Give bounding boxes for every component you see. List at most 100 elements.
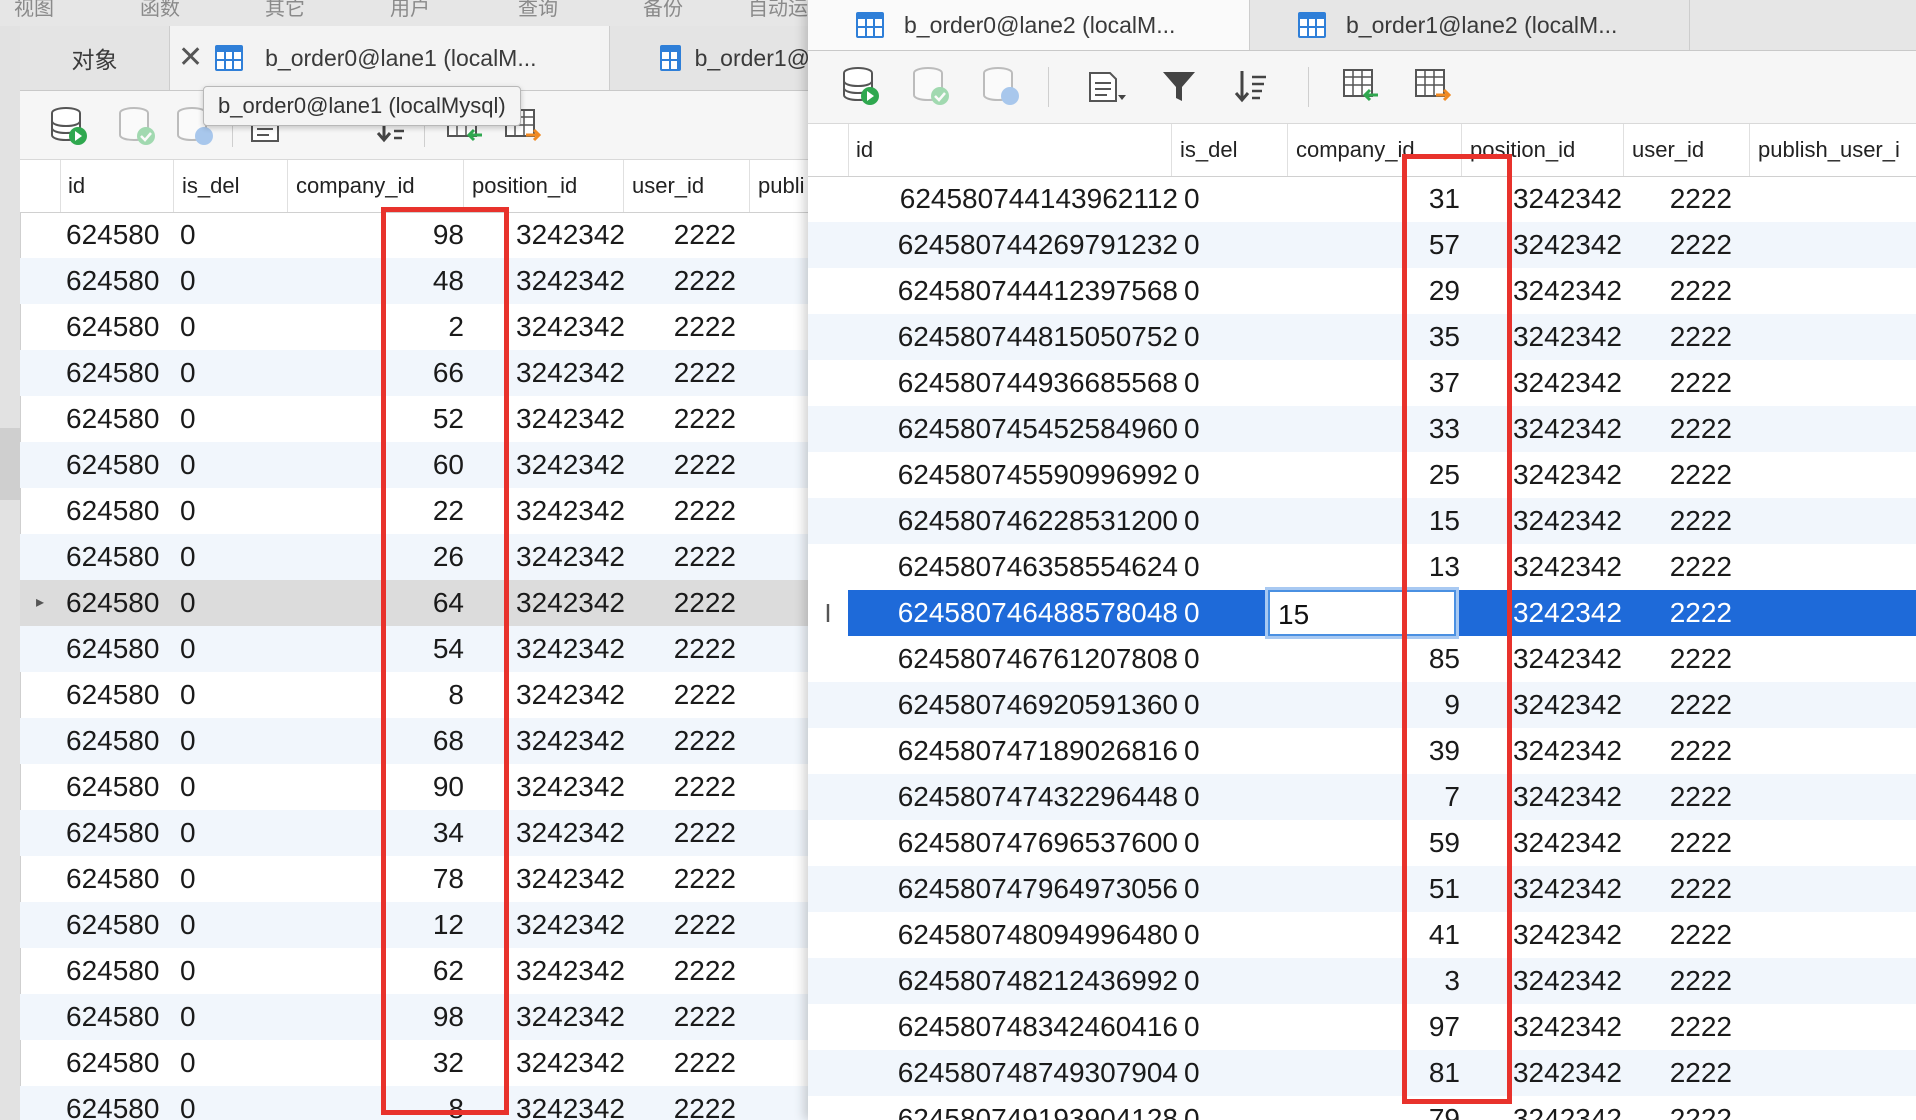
row-header[interactable] bbox=[20, 304, 60, 350]
cell-id[interactable]: 624580748212436992 bbox=[848, 958, 1178, 1004]
cell-is-del[interactable]: 0 bbox=[1184, 268, 1244, 314]
cell-is-del[interactable]: 0 bbox=[1184, 912, 1244, 958]
row-header[interactable] bbox=[808, 360, 848, 406]
cell-position-id[interactable]: 3242342 bbox=[1472, 866, 1622, 912]
menu-item-users[interactable]: 用户 bbox=[390, 0, 430, 21]
cell-is-del[interactable]: 0 bbox=[1184, 958, 1244, 1004]
table-row[interactable]: 624580745590996992 0 25 3242342 2222 bbox=[808, 452, 1916, 498]
sort-button[interactable] bbox=[1230, 65, 1272, 107]
cell-company-id[interactable]: 85 bbox=[1288, 636, 1460, 682]
cell-is-del[interactable]: 0 bbox=[180, 810, 240, 856]
cell-is-del[interactable]: 0 bbox=[1184, 222, 1244, 268]
cell-user-id[interactable]: 2222 bbox=[624, 580, 736, 626]
cell-is-del[interactable]: 0 bbox=[1184, 544, 1244, 590]
table-row[interactable]: 624580744936685568 0 37 3242342 2222 bbox=[808, 360, 1916, 406]
cell-is-del[interactable]: 0 bbox=[180, 534, 240, 580]
table-row[interactable]: 624580 0 2 3242342 2222 bbox=[20, 304, 808, 350]
cell-company-id[interactable]: 60 bbox=[288, 442, 464, 488]
begin-transaction-button[interactable] bbox=[48, 105, 90, 147]
cell-company-id[interactable]: 66 bbox=[288, 350, 464, 396]
cell-is-del[interactable]: 0 bbox=[1184, 682, 1244, 728]
column-header-company-id[interactable]: company_id bbox=[1288, 124, 1462, 176]
cell-position-id[interactable]: 3242342 bbox=[1472, 360, 1622, 406]
cell-position-id[interactable]: 3242342 bbox=[1472, 314, 1622, 360]
cell-company-id[interactable]: 62 bbox=[288, 948, 464, 994]
cell-company-id[interactable]: 32 bbox=[288, 1040, 464, 1086]
cell-id[interactable]: 624580745590996992 bbox=[848, 452, 1178, 498]
cell-id[interactable]: 624580744143962112 bbox=[848, 176, 1178, 222]
row-header[interactable] bbox=[808, 314, 848, 360]
cell-company-id[interactable]: 39 bbox=[1288, 728, 1460, 774]
cell-user-id[interactable]: 2222 bbox=[1624, 406, 1732, 452]
import-button[interactable] bbox=[1340, 65, 1382, 107]
cell-id[interactable]: 624580 bbox=[66, 672, 180, 718]
cell-user-id[interactable]: 2222 bbox=[1624, 590, 1732, 636]
company-id-edit-input[interactable]: 15 bbox=[1268, 590, 1456, 636]
cell-user-id[interactable]: 2222 bbox=[1624, 912, 1732, 958]
cell-id[interactable]: 624580746761207808 bbox=[848, 636, 1178, 682]
table-row[interactable]: 624580 0 52 3242342 2222 bbox=[20, 396, 808, 442]
cell-user-id[interactable]: 2222 bbox=[624, 212, 736, 258]
cell-company-id[interactable]: 37 bbox=[1288, 360, 1460, 406]
column-header-publish[interactable]: publi bbox=[750, 160, 808, 212]
cell-company-id[interactable]: 59 bbox=[1288, 820, 1460, 866]
side-panel-strip[interactable] bbox=[0, 26, 21, 1120]
column-header-publish-user-id[interactable]: publish_user_i bbox=[1750, 124, 1916, 176]
table-row[interactable]: 624580746761207808 0 85 3242342 2222 bbox=[808, 636, 1916, 682]
cell-id[interactable]: 624580 bbox=[66, 212, 180, 258]
commit-button[interactable] bbox=[116, 105, 158, 147]
cell-id[interactable]: 624580747964973056 bbox=[848, 866, 1178, 912]
menu-item-backup[interactable]: 备份 bbox=[643, 0, 683, 21]
row-header[interactable] bbox=[20, 258, 60, 304]
cell-user-id[interactable]: 2222 bbox=[624, 764, 736, 810]
cell-id[interactable]: 624580 bbox=[66, 534, 180, 580]
cell-is-del[interactable]: 0 bbox=[1184, 406, 1244, 452]
cell-is-del[interactable]: 0 bbox=[180, 350, 240, 396]
cell-company-id[interactable]: 7 bbox=[1288, 774, 1460, 820]
cell-position-id[interactable]: 3242342 bbox=[1472, 958, 1622, 1004]
cell-user-id[interactable]: 2222 bbox=[1624, 820, 1732, 866]
cell-user-id[interactable]: 2222 bbox=[1624, 958, 1732, 1004]
row-header[interactable] bbox=[20, 442, 60, 488]
table-row[interactable]: 624580 0 48 3242342 2222 bbox=[20, 258, 808, 304]
cell-id[interactable]: 624580 bbox=[66, 810, 180, 856]
cell-company-id[interactable]: 64 bbox=[288, 580, 464, 626]
cell-is-del[interactable]: 0 bbox=[1184, 314, 1244, 360]
row-header[interactable] bbox=[20, 856, 60, 902]
cell-user-id[interactable]: 2222 bbox=[624, 396, 736, 442]
row-header[interactable] bbox=[808, 728, 848, 774]
cell-id[interactable]: 624580746920591360 bbox=[848, 682, 1178, 728]
cell-id[interactable]: 624580745452584960 bbox=[848, 406, 1178, 452]
cell-position-id[interactable]: 3242342 bbox=[1472, 636, 1622, 682]
cell-company-id[interactable]: 78 bbox=[288, 856, 464, 902]
cell-is-del[interactable]: 0 bbox=[180, 580, 240, 626]
cell-id[interactable]: 624580749193904128 bbox=[848, 1096, 1178, 1120]
menu-item-view[interactable]: 视图 bbox=[14, 0, 54, 21]
cell-company-id[interactable]: 13 bbox=[1288, 544, 1460, 590]
cell-user-id[interactable]: 2222 bbox=[1624, 360, 1732, 406]
cell-id[interactable]: 624580744269791232 bbox=[848, 222, 1178, 268]
cell-company-id[interactable]: 57 bbox=[1288, 222, 1460, 268]
cell-company-id[interactable]: 90 bbox=[288, 764, 464, 810]
row-header[interactable] bbox=[808, 912, 848, 958]
row-header[interactable] bbox=[20, 212, 60, 258]
table-row[interactable]: 624580748342460416 0 97 3242342 2222 bbox=[808, 1004, 1916, 1050]
cell-position-id[interactable]: 3242342 bbox=[1472, 498, 1622, 544]
cell-id[interactable]: 624580 bbox=[66, 396, 180, 442]
cell-user-id[interactable]: 2222 bbox=[624, 442, 736, 488]
cell-id[interactable]: 624580 bbox=[66, 442, 180, 488]
cell-user-id[interactable]: 2222 bbox=[624, 856, 736, 902]
cell-company-id[interactable]: 98 bbox=[288, 994, 464, 1040]
cell-id[interactable]: 624580 bbox=[66, 948, 180, 994]
cell-user-id[interactable]: 2222 bbox=[624, 994, 736, 1040]
cell-is-del[interactable]: 0 bbox=[180, 718, 240, 764]
cell-user-id[interactable]: 2222 bbox=[624, 350, 736, 396]
cell-position-id[interactable]: 3242342 bbox=[1472, 406, 1622, 452]
table-row[interactable]: 624580 0 32 3242342 2222 bbox=[20, 1040, 808, 1086]
cell-company-id[interactable]: 51 bbox=[1288, 866, 1460, 912]
cell-id[interactable]: 624580 bbox=[66, 764, 180, 810]
table-row[interactable]: 624580744143962112 0 31 3242342 2222 bbox=[808, 176, 1916, 222]
cell-id[interactable]: 624580 bbox=[66, 350, 180, 396]
menu-item-others[interactable]: 其它 bbox=[265, 0, 305, 21]
tab-b-order1-lane1[interactable]: b_order1@ bbox=[610, 26, 808, 90]
